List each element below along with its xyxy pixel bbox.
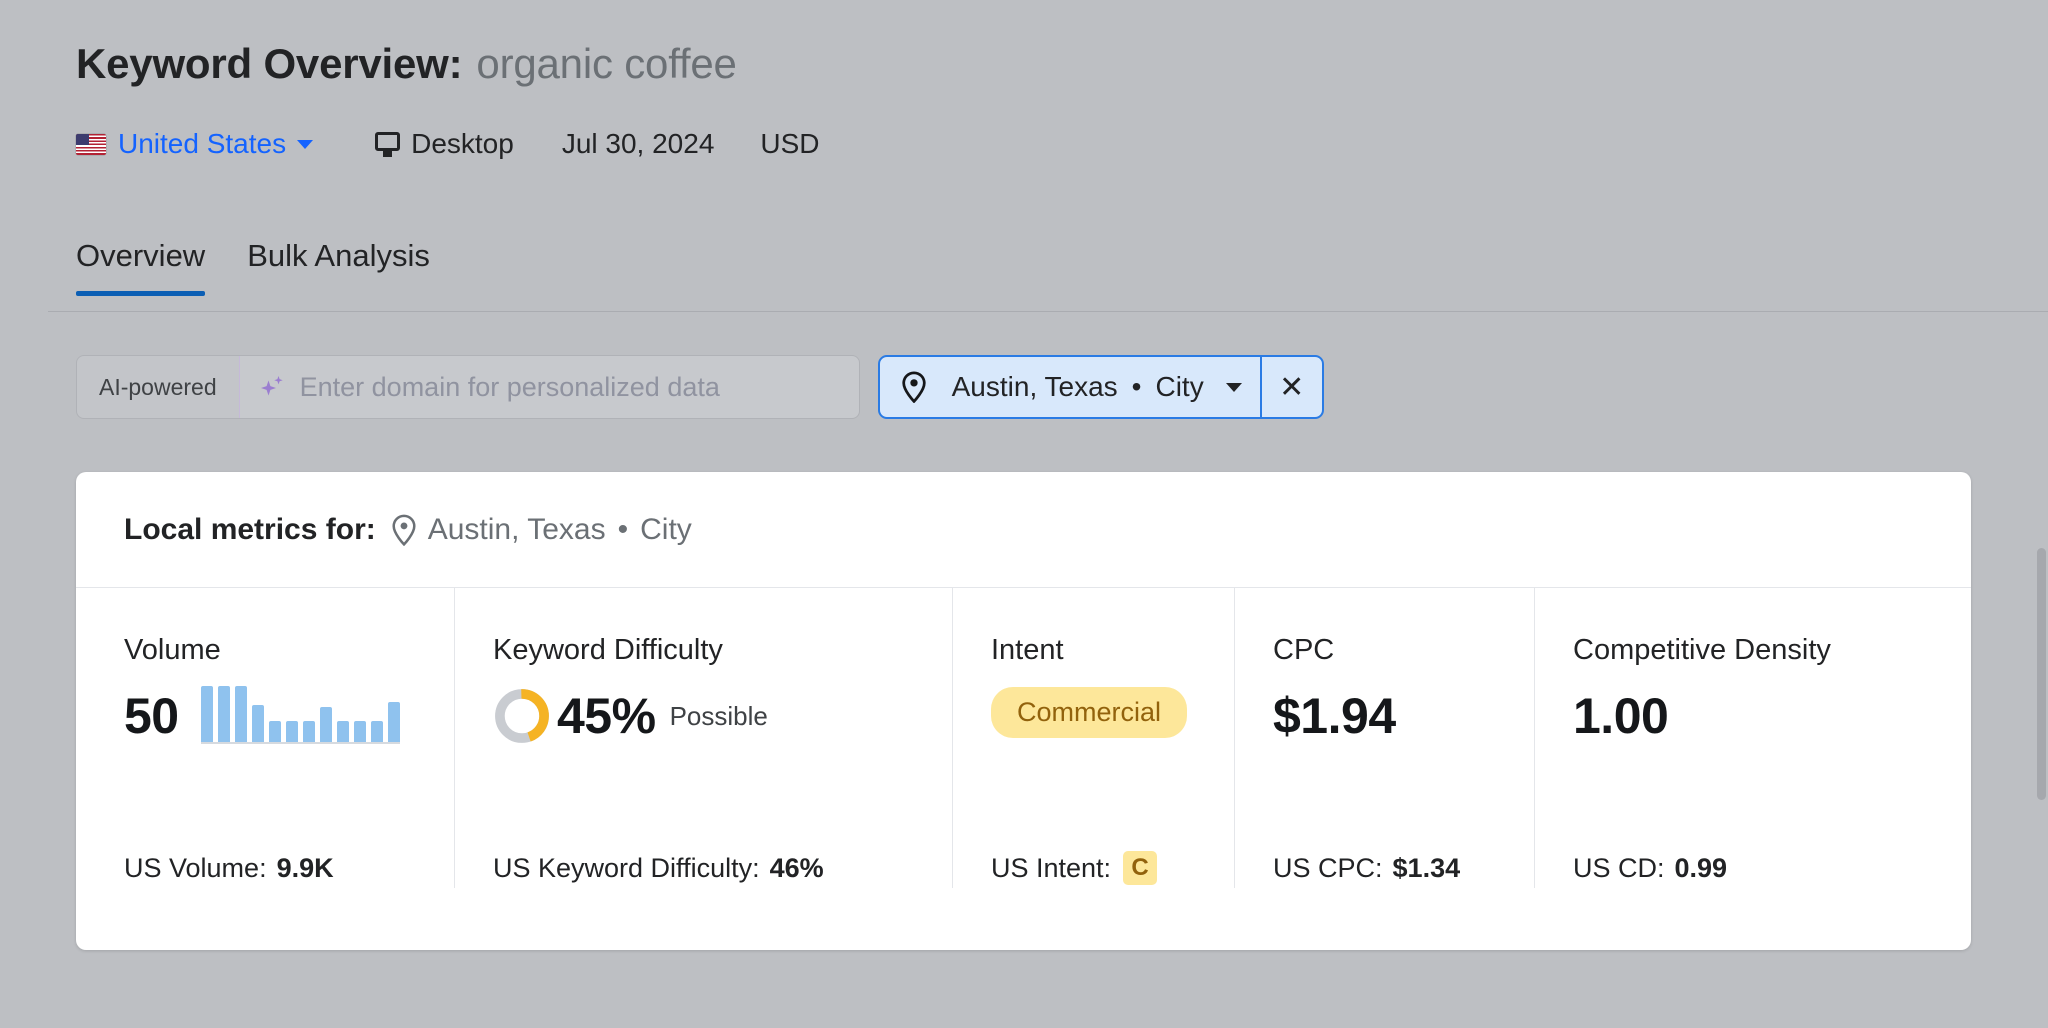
sparkline-bar (387, 701, 400, 742)
sub-kd-value: 46% (769, 852, 824, 883)
us-flag-icon (76, 133, 106, 155)
metric-kd-value: 45% (557, 688, 656, 744)
tab-divider (48, 311, 2048, 312)
sub-cpc: US CPC: $1.34 (1234, 848, 1534, 888)
chevron-down-icon (297, 139, 314, 149)
card-header-city: Austin, Texas (427, 512, 606, 546)
device-label: Desktop (411, 128, 514, 159)
tab-bulk-analysis[interactable]: Bulk Analysis (247, 238, 430, 296)
domain-input-wrap[interactable] (238, 356, 859, 418)
location-city-label: Austin, Texas (951, 371, 1118, 402)
sub-competitive-density: US CD: 0.99 (1534, 848, 1914, 888)
metrics-row: Volume 50 Keyword Difficulty 45% Possibl… (76, 588, 1971, 848)
domain-input[interactable] (299, 371, 835, 403)
volume-sparkline-chart (200, 686, 400, 744)
sub-kd-label: US Keyword Difficulty: (493, 852, 760, 883)
local-metrics-card: Local metrics for: Austin, Texas • City … (76, 472, 1971, 950)
device-indicator: Desktop (375, 128, 514, 160)
sub-cd-label: US CD: (1573, 852, 1665, 883)
sparkline-bar (370, 720, 383, 742)
metric-intent: Intent Commercial (952, 588, 1234, 848)
sparkline-bar (302, 720, 315, 742)
sub-intent-label: US Intent: (991, 852, 1112, 883)
sub-volume: US Volume: 9.9K (124, 848, 454, 888)
ai-powered-label: AI-powered (99, 373, 217, 400)
sparkle-icon (258, 373, 286, 401)
metric-intent-label: Intent (991, 634, 1064, 666)
map-pin-icon (390, 514, 418, 546)
sub-cd-value: 0.99 (1674, 852, 1728, 883)
sparkline-bar (285, 720, 298, 742)
sub-volume-label: US Volume: (124, 852, 267, 883)
page-title-label: Keyword Overview: (76, 40, 463, 87)
metric-cpc-value: $1.94 (1273, 688, 1396, 744)
sub-intent-badge: C (1123, 851, 1158, 885)
sub-metrics-row: US Volume: 9.9K US Keyword Difficulty: 4… (76, 848, 1971, 888)
currency-label: USD (760, 128, 820, 159)
sub-intent: US Intent: C (952, 848, 1234, 888)
tab-overview[interactable]: Overview (76, 238, 206, 296)
metric-cd-label: Competitive Density (1573, 634, 1831, 666)
card-header: Local metrics for: Austin, Texas • City (76, 472, 1971, 588)
sub-cpc-value: $1.34 (1392, 852, 1461, 883)
date-label: Jul 30, 2024 (561, 128, 715, 159)
page-root: Keyword Overview: organic coffee United S… (0, 0, 2048, 1028)
metric-volume-label: Volume (124, 634, 221, 666)
location-selector[interactable]: Austin, Texas • City (880, 357, 1260, 417)
metric-kd-label: Keyword Difficulty (493, 634, 723, 666)
sparkline-bar (268, 720, 281, 742)
domain-search-box: AI-powered (76, 355, 860, 419)
map-pin-icon (900, 371, 928, 404)
country-selector[interactable]: United States (76, 128, 314, 160)
close-icon[interactable]: ✕ (1259, 357, 1322, 417)
sparkline-bar (319, 707, 332, 742)
card-header-type: City (640, 512, 692, 546)
metric-volume: Volume 50 (124, 588, 454, 848)
scrollbar-thumb[interactable] (2037, 548, 2046, 800)
sparkline-bar (251, 705, 264, 742)
metric-keyword-difficulty: Keyword Difficulty 45% Possible (454, 588, 952, 848)
sub-keyword-difficulty: US Keyword Difficulty: 46% (454, 848, 952, 888)
sparkline-bar (353, 720, 366, 742)
location-type-label: City (1155, 371, 1204, 402)
metric-cpc-label: CPC (1273, 634, 1335, 666)
location-chip: Austin, Texas • City ✕ (877, 355, 1324, 419)
search-row: AI-powered Austin, (76, 355, 1324, 419)
meta-row: United States Desktop Jul 30, 2024 USD (76, 128, 820, 160)
metric-volume-value: 50 (124, 688, 179, 744)
page-title-keyword: organic coffee (476, 40, 737, 87)
metric-kd-suffix: Possible (669, 700, 768, 731)
sparkline-bar (234, 686, 247, 742)
sparkline-bar (336, 720, 349, 742)
intent-badge: Commercial (991, 687, 1188, 738)
difficulty-donut-icon (493, 687, 551, 745)
location-separator: • (1131, 371, 1142, 402)
metric-cd-value: 1.00 (1573, 688, 1669, 744)
card-header-label: Local metrics for: (124, 512, 376, 546)
tab-bar: Overview Bulk Analysis (76, 238, 430, 296)
country-label: United States (118, 128, 287, 159)
desktop-monitor-icon (375, 131, 401, 157)
sub-volume-value: 9.9K (276, 852, 334, 883)
sub-cpc-label: US CPC: (1273, 852, 1383, 883)
page-title: Keyword Overview: organic coffee (76, 40, 737, 88)
sparkline-bar (217, 686, 230, 742)
metric-competitive-density: Competitive Density 1.00 (1534, 588, 1914, 848)
card-header-separator: • (617, 512, 629, 546)
chevron-down-icon (1225, 382, 1242, 392)
metric-cpc: CPC $1.94 (1234, 588, 1534, 848)
page-header: Keyword Overview: organic coffee (76, 40, 737, 88)
sparkline-bar (200, 686, 213, 742)
